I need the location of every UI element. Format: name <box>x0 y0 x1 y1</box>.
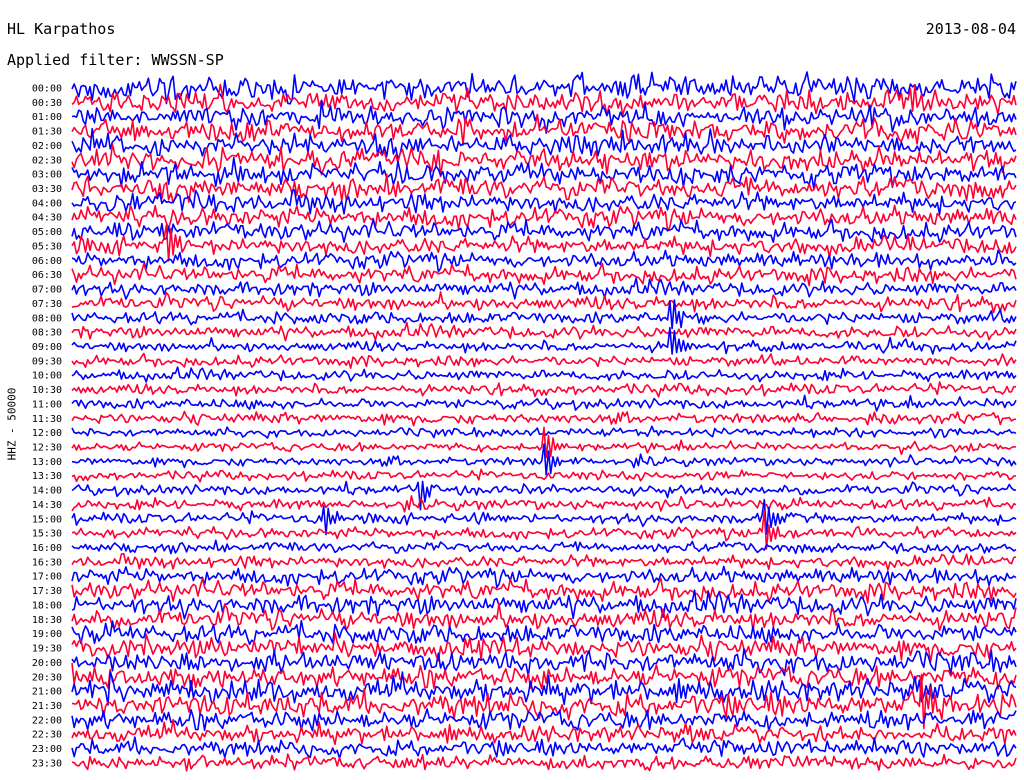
trace-row-0230 <box>71 143 1017 178</box>
traces-group <box>71 71 1017 772</box>
y-tick-label: 11:30 <box>32 414 62 425</box>
trace-row-0500 <box>71 218 1017 243</box>
trace-row-1100 <box>71 394 1017 412</box>
y-tick-label: 09:00 <box>32 342 62 353</box>
trace-row-1700 <box>71 565 1017 589</box>
y-tick-label: 08:00 <box>32 313 62 324</box>
y-tick-label: 03:00 <box>32 170 62 181</box>
trace-row-1000 <box>71 366 1017 383</box>
y-tick-label: 00:00 <box>32 84 62 95</box>
y-tick-label: 04:30 <box>32 213 62 224</box>
y-tick-label: 12:00 <box>32 428 62 439</box>
y-tick-label: 01:00 <box>32 112 62 123</box>
trace-row-1630 <box>71 552 1017 571</box>
trace-row-0800 <box>71 299 1017 330</box>
y-tick-label: 18:00 <box>32 600 62 611</box>
y-tick-label: 03:30 <box>32 184 62 195</box>
y-tick-label: 05:30 <box>32 241 62 252</box>
y-tick-label: 20:30 <box>32 672 62 683</box>
y-tick-label: 11:00 <box>32 399 62 410</box>
y-tick-label: 21:30 <box>32 701 62 712</box>
y-tick-label: 12:30 <box>32 443 62 454</box>
trace-row-1300 <box>71 443 1017 476</box>
y-tick-label: 06:00 <box>32 256 62 267</box>
trace-row-0830 <box>71 321 1017 342</box>
y-tick-label: 15:30 <box>32 529 62 540</box>
y-tick-label: 01:30 <box>32 127 62 138</box>
tick-labels-group: 00:00 00:30 01:00 01:30 02:00 02:30 03:00 03:30… <box>32 84 62 770</box>
trace-row-1130 <box>71 410 1017 427</box>
y-tick-label: 02:30 <box>32 155 62 166</box>
y-tick-label: 07:00 <box>32 285 62 296</box>
y-tick-label: 00:30 <box>32 98 62 109</box>
y-tick-label: 16:30 <box>32 557 62 568</box>
trace-row-1600 <box>71 539 1017 555</box>
trace-row-1330 <box>71 468 1017 483</box>
y-tick-label: 14:30 <box>32 500 62 511</box>
y-tick-label: 05:00 <box>32 227 62 238</box>
y-tick-label: 08:30 <box>32 328 62 339</box>
y-tick-label: 19:00 <box>32 629 62 640</box>
y-tick-label: 07:30 <box>32 299 62 310</box>
y-tick-label: 22:30 <box>32 730 62 741</box>
trace-row-1430 <box>71 495 1017 513</box>
y-tick-label: 09:30 <box>32 356 62 367</box>
y-tick-label: 15:00 <box>32 514 62 525</box>
y-tick-label: 16:00 <box>32 543 62 554</box>
y-tick-label: 10:00 <box>32 371 62 382</box>
y-tick-label: 18:30 <box>32 615 62 626</box>
y-tick-label: 23:00 <box>32 744 62 755</box>
y-tick-label: 22:00 <box>32 715 62 726</box>
y-tick-label: 02:00 <box>32 141 62 152</box>
y-tick-label: 13:00 <box>32 457 62 468</box>
y-tick-label: 21:00 <box>32 687 62 698</box>
y-tick-label: 10:30 <box>32 385 62 396</box>
y-tick-label: 19:30 <box>32 644 62 655</box>
y-tick-label: 14:00 <box>32 486 62 497</box>
seismogram-plot: 00:00 00:30 01:00 01:30 02:00 02:30 03:00 03:30… <box>32 71 1017 772</box>
trace-row-2300 <box>71 736 1017 760</box>
y-tick-label: 17:30 <box>32 586 62 597</box>
y-tick-label: 13:30 <box>32 471 62 482</box>
trace-row-0130 <box>71 113 1017 146</box>
y-tick-label: 20:00 <box>32 658 62 669</box>
y-tick-label: 06:30 <box>32 270 62 281</box>
y-tick-label: 23:30 <box>32 758 62 769</box>
trace-row-0930 <box>71 352 1017 369</box>
trace-row-1030 <box>71 381 1016 398</box>
trace-row-2200 <box>71 708 1017 732</box>
y-tick-label: 17:00 <box>32 572 62 583</box>
trace-row-2330 <box>71 753 1017 772</box>
y-tick-label: 04:00 <box>32 198 62 209</box>
trace-row-1730 <box>71 577 1017 604</box>
trace-row-0200 <box>71 127 1017 160</box>
